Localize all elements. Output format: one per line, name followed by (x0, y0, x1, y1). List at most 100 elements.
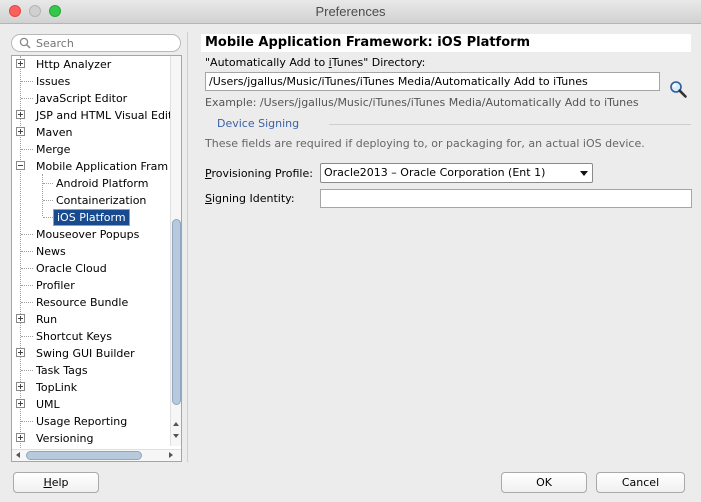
tree-item[interactable]: Usage Reporting (12, 413, 171, 430)
tree-item[interactable]: Maven (12, 124, 171, 141)
title-bar: Preferences (0, 0, 701, 24)
tree-item[interactable]: Android Platform (12, 175, 171, 192)
tree-item[interactable]: Oracle Cloud (12, 260, 171, 277)
tree-item[interactable]: Http Analyzer (12, 56, 171, 73)
expand-icon[interactable] (16, 399, 25, 408)
tree-item-label: JSP and HTML Visual Edit (36, 109, 173, 122)
tree-guide-line (21, 285, 33, 286)
vertical-scroll-thumb[interactable] (172, 219, 181, 405)
tree-vertical-scrollbar[interactable] (170, 56, 181, 446)
tree-item[interactable]: News (12, 243, 171, 260)
expand-icon[interactable] (16, 382, 25, 391)
page-title: Mobile Application Framework: iOS Platfo… (201, 34, 691, 52)
help-button[interactable]: Help (13, 472, 99, 493)
horizontal-scroll-thumb[interactable] (26, 451, 142, 460)
tree-guide-line (21, 302, 33, 303)
tree-item-label: Oracle Cloud (36, 262, 107, 275)
itunes-directory-example: Example: /Users/jgallus/Music/iTunes/iTu… (205, 96, 639, 109)
tree-item[interactable]: UML (12, 396, 171, 413)
provisioning-profile-label: Provisioning Profile: (205, 167, 313, 180)
tree-guide-line (21, 268, 33, 269)
scroll-right-icon[interactable] (169, 452, 173, 458)
tree-item[interactable]: Mobile Application Fram (12, 158, 171, 175)
tree-item[interactable]: Mouseover Popups (12, 226, 171, 243)
itunes-directory-field[interactable]: /Users/jgallus/Music/iTunes/iTunes Media… (205, 72, 660, 91)
tree-item-label: News (36, 245, 66, 258)
ok-button[interactable]: OK (501, 472, 587, 493)
tree-item-label: Profiler (36, 279, 75, 292)
tree-item[interactable]: iOS Platform (12, 209, 171, 226)
tree-guide-line (43, 217, 53, 218)
tree-item-label: Task Tags (36, 364, 88, 377)
expand-icon[interactable] (16, 314, 25, 323)
tree-item-label: Run (36, 313, 58, 326)
tree-item[interactable]: Containerization (12, 192, 171, 209)
tree-item[interactable]: Resource Bundle (12, 294, 171, 311)
cancel-button[interactable]: Cancel (596, 472, 685, 493)
expand-icon[interactable] (16, 127, 25, 136)
preferences-tree[interactable]: Http Analyzer Issues JavaScript Editor JSP … (11, 55, 182, 462)
tree-item[interactable]: Shortcut Keys (12, 328, 171, 345)
tree-guide-line (21, 251, 33, 252)
signing-identity-field[interactable] (320, 189, 692, 208)
search-icon (19, 37, 31, 49)
tree-item-label: Shortcut Keys (36, 330, 113, 343)
tree-item[interactable]: Swing GUI Builder (12, 345, 171, 362)
tree-item-label: Versioning (36, 432, 94, 445)
tree-guide-line (21, 98, 33, 99)
collapse-icon[interactable] (16, 161, 25, 170)
tree-item-label: Mouseover Popups (36, 228, 140, 241)
tree-guide-line (43, 200, 53, 201)
tree-item[interactable]: JSP and HTML Visual Edit (12, 107, 173, 124)
chevron-down-icon (580, 171, 588, 176)
expand-icon[interactable] (16, 433, 25, 442)
search-box[interactable] (11, 34, 181, 52)
device-signing-note: These fields are required if deploying t… (205, 137, 645, 150)
scroll-up-icon[interactable] (173, 422, 179, 426)
tree-item-label: Maven (36, 126, 73, 139)
tree-item-label: Containerization (56, 194, 147, 207)
tree-horizontal-scrollbar[interactable] (12, 449, 181, 461)
itunes-directory-label: "Automatically Add to iTunes" Directory: (205, 56, 426, 69)
tree-item[interactable]: Profiler (12, 277, 171, 294)
window-title: Preferences (315, 4, 386, 19)
tree-item-label: Merge (36, 143, 71, 156)
signing-identity-label: Signing Identity: (205, 192, 295, 205)
tree-item-label: JavaScript Editor (36, 92, 128, 105)
tree-guide-line (21, 149, 33, 150)
tree-item[interactable]: Merge (12, 141, 171, 158)
expand-icon[interactable] (16, 348, 25, 357)
scroll-left-icon[interactable] (16, 452, 20, 458)
tree-item-label: Http Analyzer (36, 58, 112, 71)
tree-guide-line (21, 81, 33, 82)
tree-item-label: Usage Reporting (36, 415, 128, 428)
tree-item-label: iOS Platform (53, 209, 130, 226)
tree-guide-line (21, 336, 33, 337)
tree-item[interactable]: Run (12, 311, 171, 328)
tree-item-label: Swing GUI Builder (36, 347, 135, 360)
provisioning-profile-value: Oracle2013 – Oracle Corporation (Ent 1) (324, 166, 546, 179)
tree-guide-line (21, 421, 33, 422)
tree-item[interactable]: Issues (12, 73, 171, 90)
browse-magnifier-icon[interactable] (668, 79, 688, 99)
tree-item-label: TopLink (36, 381, 78, 394)
tree-guide-line (21, 234, 33, 235)
expand-icon[interactable] (16, 59, 25, 68)
tree-item[interactable]: Versioning (12, 430, 171, 447)
tree-item-label: Resource Bundle (36, 296, 129, 309)
tree-item[interactable]: JavaScript Editor (12, 90, 171, 107)
provisioning-profile-select[interactable]: Oracle2013 – Oracle Corporation (Ent 1) (320, 163, 593, 183)
search-input[interactable] (36, 36, 176, 50)
tree-item-label: Android Platform (56, 177, 149, 190)
tree-item[interactable]: Task Tags (12, 362, 171, 379)
tree-item[interactable]: TopLink (12, 379, 171, 396)
section-divider (329, 124, 691, 125)
panel-splitter[interactable] (187, 32, 188, 462)
tree-guide-line (21, 370, 33, 371)
expand-icon[interactable] (16, 110, 25, 119)
tree-item-label: UML (36, 398, 60, 411)
tree-item-label: Mobile Application Fram (36, 160, 169, 173)
scroll-down-icon[interactable] (173, 434, 179, 438)
tree-guide-line (43, 183, 53, 184)
tree-item-label: Issues (36, 75, 71, 88)
